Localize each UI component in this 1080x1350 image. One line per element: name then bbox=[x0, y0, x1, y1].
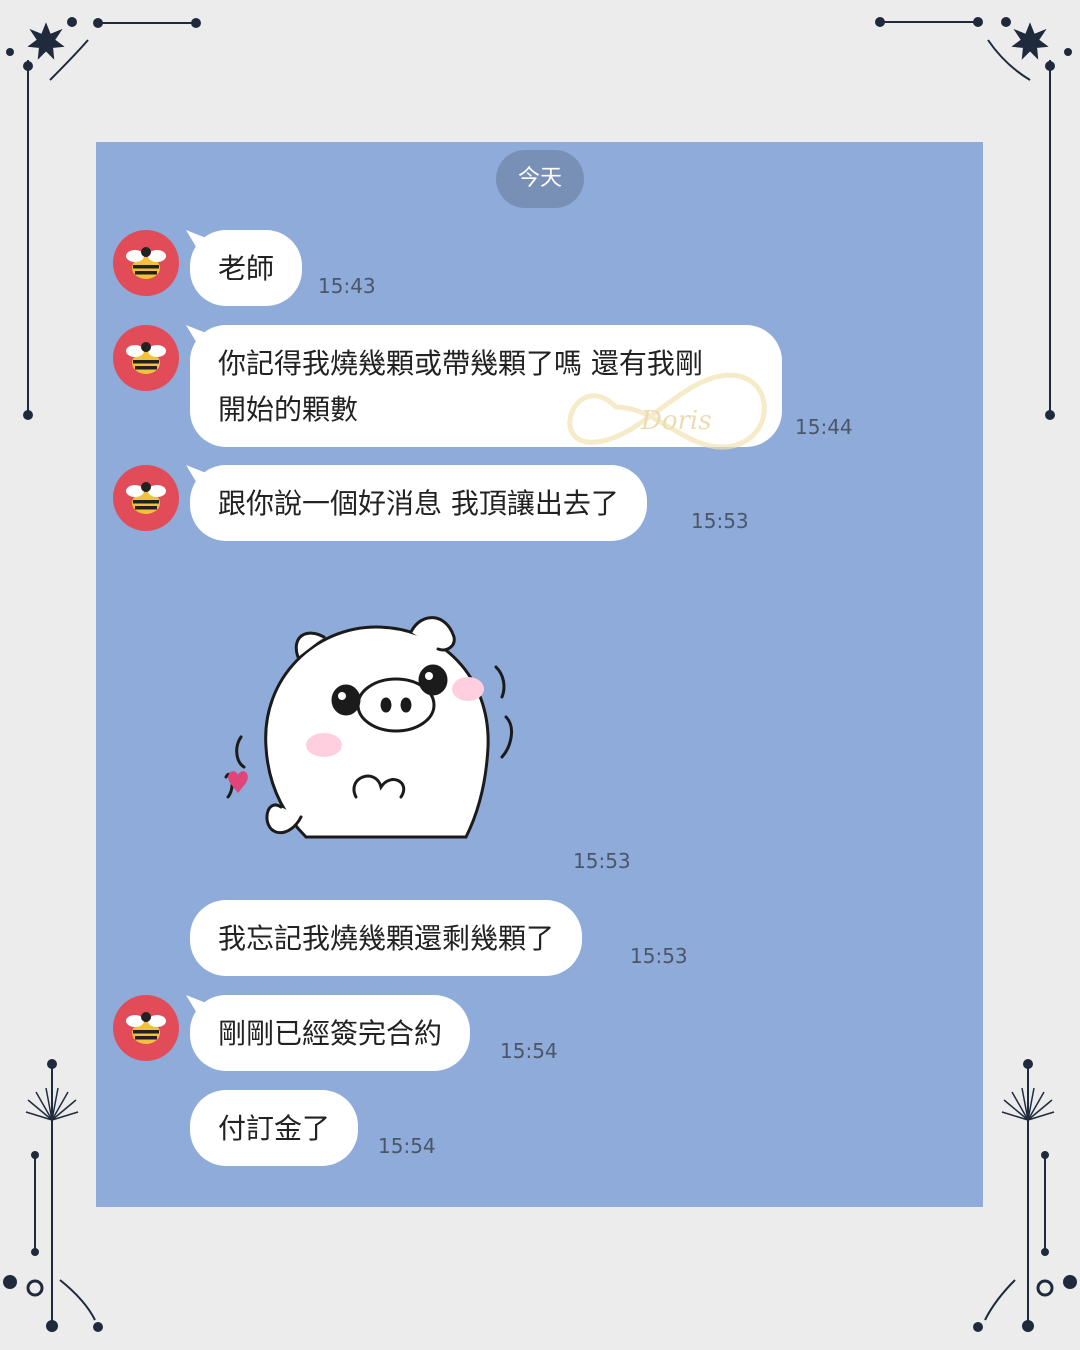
message-time: 15:53 bbox=[691, 509, 749, 533]
bee-avatar-icon[interactable] bbox=[113, 465, 179, 531]
bee-avatar-icon[interactable] bbox=[113, 325, 179, 391]
date-separator: 今天 bbox=[496, 150, 584, 208]
message-text: 跟你說一個好消息 我頂讓出去了 bbox=[218, 487, 619, 520]
message-text: 我忘記我燒幾顆還剩幾顆了 bbox=[218, 922, 555, 955]
message-bubble[interactable]: 你記得我燒幾顆或帶幾顆了嗎 還有我剛 開始的顆數 bbox=[190, 325, 782, 447]
message-bubble[interactable]: 付訂金了 bbox=[190, 1090, 359, 1166]
pig-sticker-icon[interactable] bbox=[206, 597, 536, 877]
message-time: 15:53 bbox=[630, 944, 688, 968]
message-time: 15:54 bbox=[378, 1134, 436, 1158]
message-bubble[interactable]: 老師 bbox=[190, 230, 303, 306]
message-time: 15:44 bbox=[795, 415, 853, 439]
chat-panel[interactable]: 今天 老師 15:43 你記得我燒幾顆或帶幾顆了嗎 還有我剛 開始的顆數 15:… bbox=[96, 142, 983, 1207]
message-text: 老師 bbox=[218, 252, 275, 285]
message-time: 15:53 bbox=[573, 849, 631, 873]
message-time: 15:54 bbox=[500, 1039, 558, 1063]
message-bubble[interactable]: 我忘記我燒幾顆還剩幾顆了 bbox=[190, 900, 583, 976]
message-bubble[interactable]: 跟你說一個好消息 我頂讓出去了 bbox=[190, 465, 647, 541]
bee-avatar-icon[interactable] bbox=[113, 995, 179, 1061]
message-text: 付訂金了 bbox=[218, 1112, 331, 1145]
message-text-line: 開始的顆數 bbox=[218, 393, 359, 426]
message-text: 剛剛已經簽完合約 bbox=[218, 1017, 443, 1050]
message-bubble[interactable]: 剛剛已經簽完合約 bbox=[190, 995, 471, 1071]
message-text-line: 你記得我燒幾顆或帶幾顆了嗎 還有我剛 bbox=[218, 347, 703, 380]
message-time: 15:43 bbox=[318, 274, 376, 298]
bee-avatar-icon[interactable] bbox=[113, 230, 179, 296]
